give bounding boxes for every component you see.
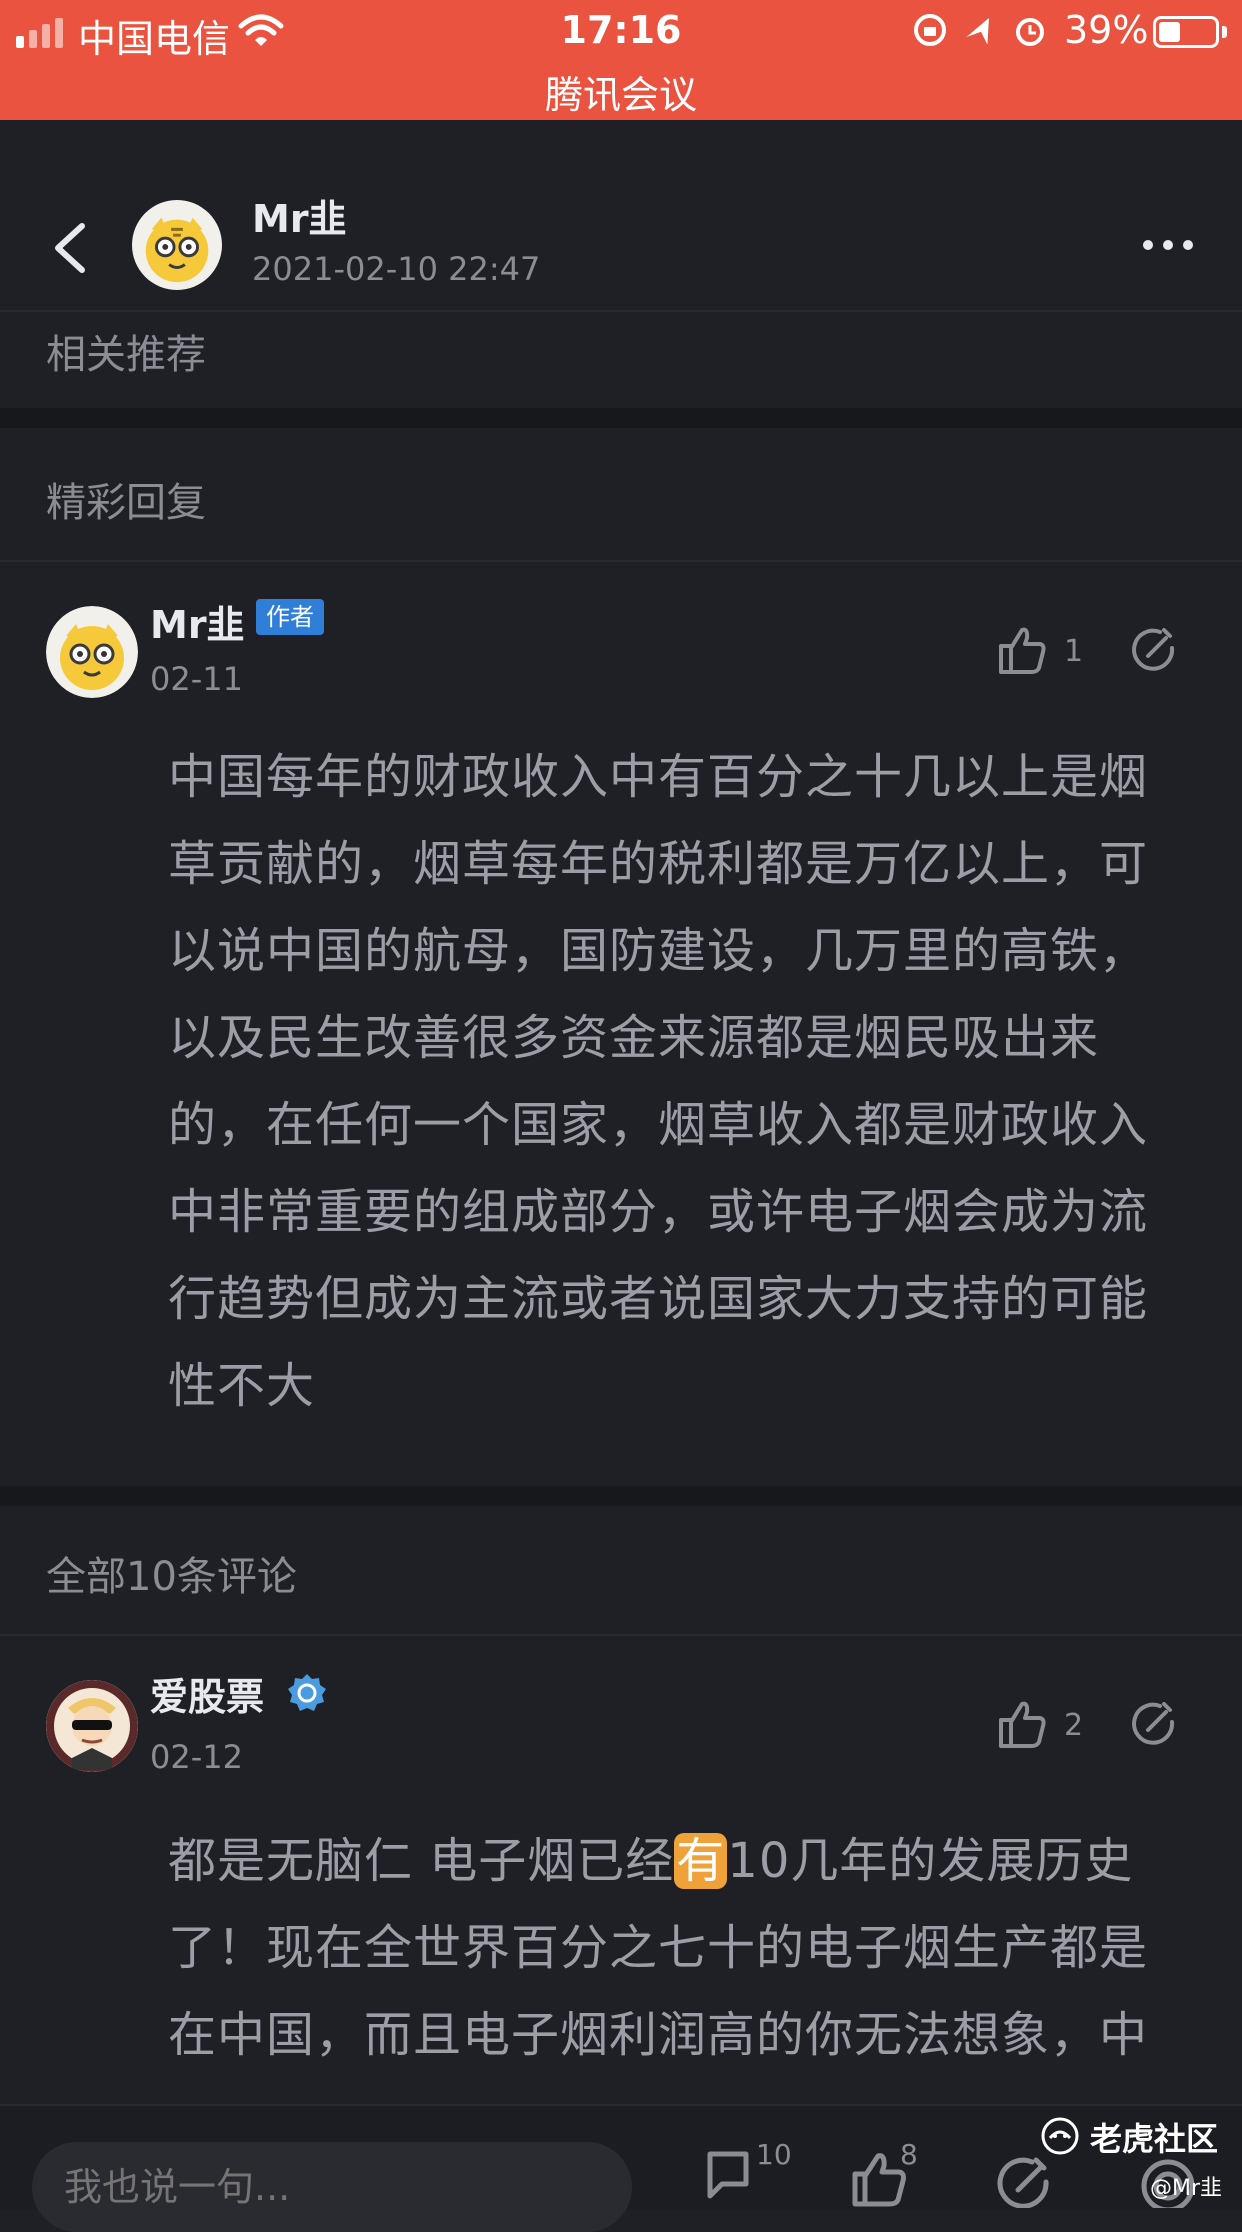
author-badge: 作者: [256, 599, 324, 635]
comment-body: 都是无脑仁 电子烟已经有10几年的发展历史 了！现在全世界百分之七十的电子烟生产…: [168, 1818, 1208, 2079]
section-divider: [0, 408, 1242, 428]
divider-line: [0, 1634, 1242, 1636]
status-bar: 中国电信 17:16 腾讯会议 39%: [0, 0, 1242, 120]
reply-line: 中非常重要的组成部分，或许电子烟会成为流: [168, 1184, 1149, 1240]
like-count: 2: [1064, 1708, 1084, 1743]
rotation-lock-icon: [914, 14, 946, 46]
more-options-button[interactable]: [1138, 230, 1198, 260]
divider-line: [0, 560, 1242, 562]
reply-avatar[interactable]: [46, 606, 138, 698]
thumbs-up-icon: [852, 2153, 906, 2207]
battery-tip: [1222, 26, 1227, 38]
reply-line: 以及民生改善很多资金来源都是烟民吸出来: [168, 1010, 1100, 1066]
comment-line: 了！现在全世界百分之七十的电子烟生产都是: [168, 1920, 1149, 1976]
comment-avatar[interactable]: [46, 1680, 138, 1772]
comment-line: 都是无脑仁 电子烟已经有10几年的发展历史: [168, 1818, 1208, 1905]
reply-line: 以说中国的航母，国防建设，几万里的高铁，: [168, 923, 1149, 979]
comment-input[interactable]: [32, 2142, 632, 2232]
like-count: 1: [1064, 634, 1084, 669]
tiger-avatar-icon: [46, 606, 138, 698]
reply-date: 02-11: [150, 660, 243, 698]
share-icon: [1132, 1702, 1175, 1745]
thumbs-up-icon: [999, 1701, 1046, 1748]
share-button[interactable]: [1130, 626, 1178, 674]
tiger-logo-icon: [1041, 2117, 1079, 2155]
back-button[interactable]: [46, 218, 96, 278]
user-avatar-icon: [46, 1680, 138, 1772]
like-button[interactable]: [998, 1698, 1048, 1750]
clock: 17:16: [560, 8, 682, 52]
comment-line: 在中国，而且电子烟利润高的你无法想象，中: [168, 2007, 1149, 2063]
meeting-banner[interactable]: 腾讯会议: [0, 64, 1242, 119]
share-icon: [997, 2157, 1049, 2208]
thumbs-up-icon: [999, 627, 1046, 674]
verified-badge-icon: [288, 1674, 326, 1711]
status-icons: [914, 14, 1044, 46]
comment-username[interactable]: 爱股票: [150, 1666, 264, 1721]
comment-count: 10: [756, 2138, 792, 2171]
watermark-user: @Mr韭: [1150, 2176, 1223, 2201]
post-like-count: 8: [900, 2138, 918, 2171]
related-section-title[interactable]: 相关推荐: [46, 322, 206, 380]
watermark-text: 老虎社区: [1090, 2120, 1219, 2158]
reply-username[interactable]: Mr韭: [150, 594, 245, 649]
comment-text: 10几年的发展历史: [727, 1833, 1134, 1889]
author-name[interactable]: Mr韭: [252, 188, 347, 243]
battery-icon: [1153, 16, 1219, 48]
reply-line: 中国每年的财政收入中有百分之十几以上是烟: [168, 749, 1149, 805]
post-timestamp: 2021-02-10 22:47: [252, 250, 541, 288]
like-button[interactable]: [998, 624, 1048, 676]
share-icon: [1132, 628, 1175, 671]
highlight-emoji: 有: [674, 1833, 728, 1889]
reply-line: 行趋势但成为主流或者说国家大力支持的可能: [168, 1271, 1149, 1327]
all-comments-title: 全部10条评论: [46, 1554, 297, 1600]
section-divider: [0, 1486, 1242, 1506]
reply-body: 中国每年的财政收入中有百分之十几以上是烟 草贡献的，烟草每年的税利都是万亿以上，…: [168, 734, 1208, 1430]
comment-date: 02-12: [150, 1738, 243, 1776]
comment-text: 都是无脑仁 电子烟已经: [168, 1833, 675, 1889]
reply-line: 草贡献的，烟草每年的税利都是万亿以上，可: [168, 836, 1149, 892]
reply-line: 性不大: [168, 1358, 316, 1414]
reply-line: 的，在任何一个国家，烟草收入都是财政收入: [168, 1097, 1149, 1153]
battery-percentage: 39%: [1064, 8, 1149, 52]
post-share-button[interactable]: [996, 2156, 1054, 2208]
share-button[interactable]: [1130, 1700, 1178, 1748]
author-avatar[interactable]: [132, 200, 222, 290]
featured-section-title: 精彩回复: [46, 480, 206, 526]
comment-icon: [707, 2151, 749, 2199]
location-icon: [966, 17, 989, 45]
alarm-icon: [1016, 18, 1044, 46]
